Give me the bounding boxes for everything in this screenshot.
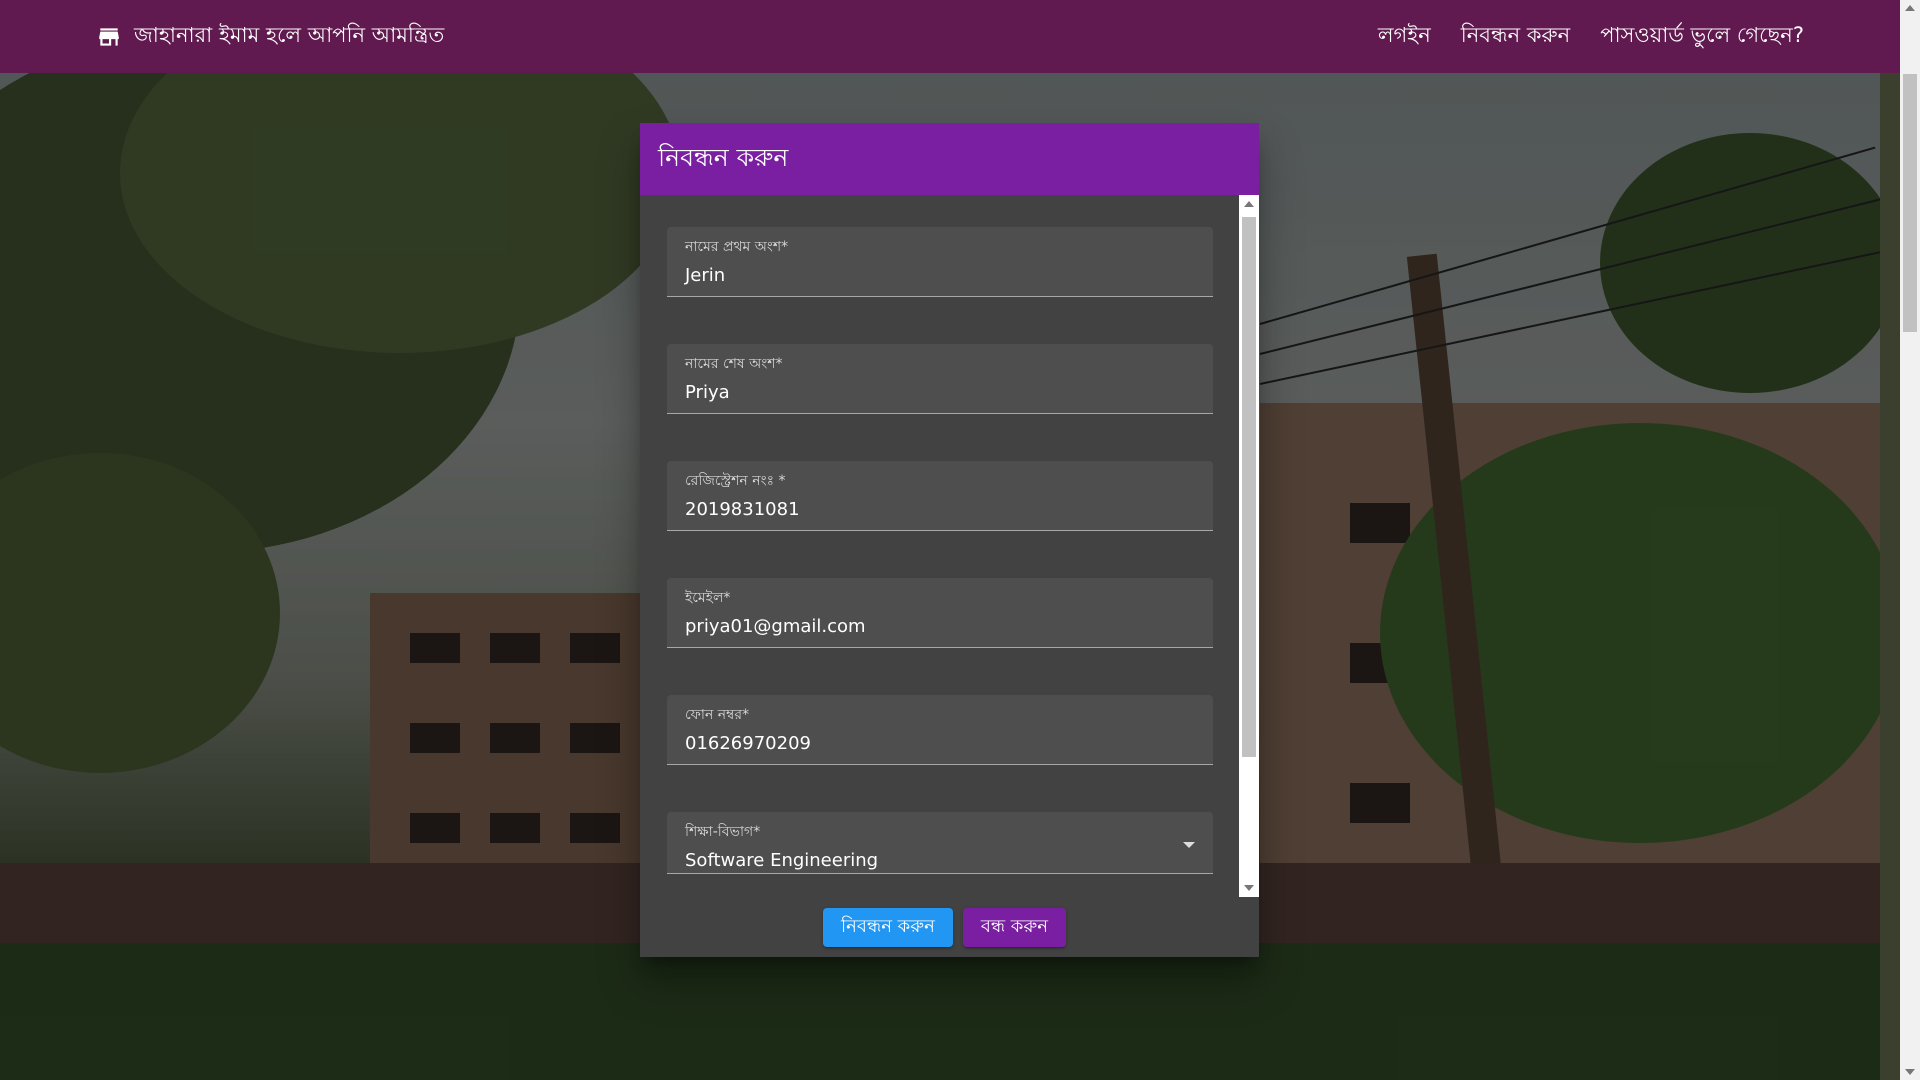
dialog-header: নিবন্ধন করুন [640,123,1259,195]
scroll-down-arrow-icon[interactable] [1244,885,1254,891]
scroll-up-arrow-icon[interactable] [1905,5,1915,11]
brand-title: জাহানারা ইমাম হলে আপনি আমন্ত্রিত [134,23,445,47]
phone-label: ফোন নম্বর* [685,707,750,723]
nav-register-link[interactable]: নিবন্ধন করুন [1461,19,1570,54]
last-name-field[interactable]: নামের শেষ অংশ* Priya [667,344,1213,414]
nav-links: লগইন নিবন্ধন করুন পাসওয়ার্ড ভুলে গেছেন? [1378,19,1804,54]
dialog-form: নামের প্রথম অংশ* Jerin নামের শেষ অংশ* Pr… [640,195,1259,897]
register-submit-button[interactable]: নিবন্ধন করুন [823,907,953,947]
dialog-actions: নিবন্ধন করুন বন্ধ করুন [640,897,1259,957]
chevron-down-icon[interactable] [1183,842,1195,848]
registration-number-field[interactable]: রেজিস্ট্রেশন নংঃ * 2019831081 [667,461,1213,531]
last-name-input[interactable]: Priya [685,382,1195,403]
registration-dialog: নিবন্ধন করুন নামের প্রথম অংশ* Jerin নামে… [640,123,1259,957]
scrollbar-thumb[interactable] [1903,74,1917,332]
registration-number-input[interactable]: 2019831081 [685,499,1195,520]
scrollbar-thumb[interactable] [1242,217,1256,757]
last-name-label: নামের শেষ অংশ* [685,356,783,372]
brand[interactable]: জাহানারা ইমাম হলে আপনি আমন্ত্রিত [96,19,444,54]
phone-input[interactable]: 01626970209 [685,733,1195,754]
department-label: শিক্ষা-বিভাগ* [685,824,761,840]
top-navbar: জাহানারা ইমাম হলে আপনি আমন্ত্রিত লগইন নি… [0,0,1900,73]
email-field[interactable]: ইমেইল* priya01@gmail.com [667,578,1213,648]
nav-login-link[interactable]: লগইন [1378,19,1431,54]
close-button[interactable]: বন্ধ করুন [962,907,1066,947]
store-icon [99,27,119,46]
first-name-field[interactable]: নামের প্রথম অংশ* Jerin [667,227,1213,297]
scroll-down-arrow-icon[interactable] [1905,1069,1915,1075]
nav-forgot-password-link[interactable]: পাসওয়ার্ড ভুলে গেছেন? [1600,19,1804,54]
first-name-label: নামের প্রথম অংশ* [685,239,789,255]
phone-field[interactable]: ফোন নম্বর* 01626970209 [667,695,1213,765]
first-name-input[interactable]: Jerin [685,265,1195,286]
email-input[interactable]: priya01@gmail.com [685,616,1195,637]
department-value[interactable]: Software Engineering [685,850,1195,871]
page-scrollbar[interactable] [1900,0,1920,1080]
department-select[interactable]: শিক্ষা-বিভাগ* Software Engineering [667,812,1213,874]
dialog-title: নিবন্ধন করুন [658,142,789,172]
email-label: ইমেইল* [685,590,731,606]
dialog-scrollbar[interactable] [1239,195,1259,897]
registration-number-label: রেজিস্ট্রেশন নংঃ * [685,473,786,489]
scroll-up-arrow-icon[interactable] [1244,201,1254,207]
